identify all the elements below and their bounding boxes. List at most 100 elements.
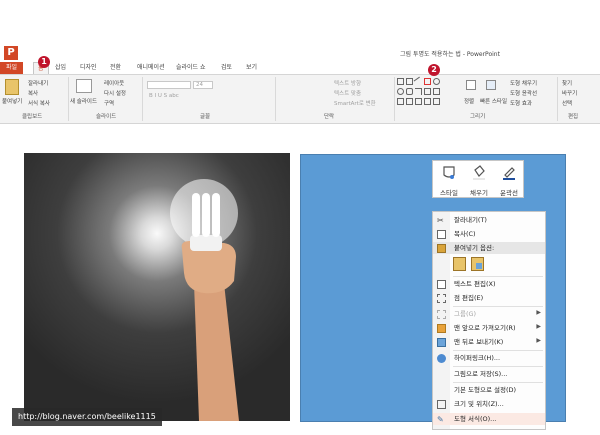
rounded-rect-icon[interactable] xyxy=(406,88,413,95)
align-text-button[interactable]: 텍스트 맞춤 xyxy=(334,89,361,97)
hyperlink-icon xyxy=(437,354,446,363)
lightbulb-photo[interactable] xyxy=(24,153,290,421)
reset-button[interactable]: 다시 설정 xyxy=(104,89,126,97)
menu-item-format-shape[interactable]: ✎ 도형 서식(O)... xyxy=(433,413,545,425)
menu-item-edit-points[interactable]: 점 편집(E) xyxy=(433,292,545,304)
minibar-style-button[interactable]: 스타일 xyxy=(434,161,464,199)
star-shape-icon[interactable] xyxy=(433,88,440,95)
format-painter-button[interactable]: 서식 복사 xyxy=(28,99,50,107)
menu-item-group-label: 그룹(G) xyxy=(454,310,477,318)
smartart-button[interactable]: SmartArt로 변환 xyxy=(334,99,376,107)
brace-shape-icon[interactable] xyxy=(406,98,413,105)
group-label-paragraph: 단락 xyxy=(324,114,335,120)
tab-slideshow[interactable]: 슬라이드 쇼 xyxy=(176,62,206,74)
quick-styles-button[interactable]: 빠른 스타일 xyxy=(480,97,507,105)
copy-button[interactable]: 복사 xyxy=(28,89,38,97)
replace-button[interactable]: 바꾸기 xyxy=(562,89,577,97)
menu-paste-options-label: 붙여넣기 옵션: xyxy=(454,244,495,252)
paste-picture-icon[interactable] xyxy=(471,257,484,271)
picture-glyph-icon xyxy=(476,263,482,269)
menu-separator xyxy=(453,366,543,367)
tab-review[interactable]: 검토 xyxy=(221,62,232,74)
menu-item-save-as-picture[interactable]: 그림으로 저장(S)... xyxy=(433,368,545,380)
curve-shape-icon[interactable] xyxy=(415,98,422,105)
textbox-shape-icon[interactable] xyxy=(406,78,413,85)
group-label-drawing: 그리기 xyxy=(470,114,486,120)
find-button[interactable]: 찾기 xyxy=(562,79,572,87)
new-slide-button[interactable]: 새 슬라이드 xyxy=(70,97,97,105)
shape-effects-button[interactable]: 도형 효과 xyxy=(510,99,532,107)
send-to-back-icon xyxy=(437,338,446,347)
tab-design[interactable]: 디자인 xyxy=(80,62,97,74)
select-button[interactable]: 선택 xyxy=(562,99,572,107)
size-position-icon xyxy=(437,400,446,409)
menu-item-set-default-shape-label: 기본 도형으로 설정(D) xyxy=(454,386,517,394)
shape-outline-button[interactable]: 도형 윤곽선 xyxy=(510,89,537,97)
outline-pen-icon xyxy=(503,167,515,180)
group-label-font: 글꼴 xyxy=(200,114,211,120)
font-name-combo[interactable] xyxy=(147,81,191,89)
arrow-shape-icon[interactable] xyxy=(424,88,431,95)
font-style-buttons[interactable]: B I U S abc xyxy=(149,93,179,99)
freeform-shape-icon[interactable] xyxy=(424,98,431,105)
menu-item-hyperlink[interactable]: 하이퍼링크(H)... xyxy=(433,352,545,364)
menu-item-size-position[interactable]: 크기 및 위치(Z)... xyxy=(433,398,545,410)
oval-shape-icon[interactable] xyxy=(433,78,440,85)
section-button[interactable]: 구역 xyxy=(104,99,114,107)
ribbon-separator xyxy=(394,77,395,121)
shape-gallery[interactable] xyxy=(397,76,461,108)
circle-shape-icon[interactable] xyxy=(397,88,404,95)
tab-animations[interactable]: 애니메이션 xyxy=(137,62,165,74)
paste-button[interactable]: 붙여넣기 xyxy=(2,97,22,105)
line-shape-icon[interactable] xyxy=(413,76,424,87)
tab-transitions[interactable]: 전환 xyxy=(110,62,121,74)
menu-item-send-to-back[interactable]: 맨 뒤로 보내기(K) ▶ xyxy=(433,336,545,348)
ribbon-separator xyxy=(275,77,276,121)
menu-item-copy-label: 복사(C) xyxy=(454,230,476,238)
paste-use-theme-icon[interactable] xyxy=(453,257,466,271)
font-size-combo[interactable]: 24 xyxy=(193,81,213,89)
scissors-icon: ✂ xyxy=(437,216,444,225)
menu-item-group[interactable]: 그룹(G) ▶ xyxy=(433,308,545,320)
minibar-outline-button[interactable]: 윤곽선 xyxy=(494,161,524,199)
minibar-fill-button[interactable]: 채우기 xyxy=(464,161,494,199)
menu-item-bring-to-front[interactable]: 맨 앞으로 가져오기(R) ▶ xyxy=(433,322,545,334)
quick-styles-icon xyxy=(486,80,496,90)
tab-view[interactable]: 보기 xyxy=(246,62,257,74)
menu-separator xyxy=(453,382,543,383)
menu-separator xyxy=(453,350,543,351)
minibar-fill-label: 채우기 xyxy=(470,189,488,197)
powerpoint-logo-icon: P xyxy=(4,46,18,60)
more-shapes-icon[interactable] xyxy=(433,98,440,105)
menu-paste-options-header: 붙여넣기 옵션: xyxy=(433,242,545,254)
new-slide-icon xyxy=(76,79,92,93)
rectangle-shape-icon[interactable] xyxy=(397,78,404,85)
menu-separator xyxy=(453,306,543,307)
ribbon-separator xyxy=(68,77,69,121)
rectangle-selected-icon[interactable] xyxy=(424,78,431,85)
callout-shape-icon[interactable] xyxy=(397,98,404,105)
mini-toolbar: 스타일 채우기 윤곽선 xyxy=(432,160,524,198)
font-size-value: 24 xyxy=(196,82,203,88)
paste-icon xyxy=(5,79,19,95)
layout-button[interactable]: 레이아웃 xyxy=(104,79,124,87)
tab-insert[interactable]: 삽입 xyxy=(55,62,66,74)
submenu-arrow-icon: ▶ xyxy=(536,323,541,330)
group-icon xyxy=(437,310,446,319)
triangle-shape-icon[interactable] xyxy=(415,88,422,95)
menu-item-cut[interactable]: ✂ 잘라내기(T) xyxy=(433,214,545,226)
menu-item-set-default-shape[interactable]: 기본 도형으로 설정(D) xyxy=(433,384,545,396)
menu-item-edit-text[interactable]: 텍스트 편집(X) xyxy=(433,278,545,290)
cut-button[interactable]: 잘라내기 xyxy=(28,79,48,87)
blog-watermark: http://blog.naver.com/beelike1115 xyxy=(12,408,162,426)
text-direction-button[interactable]: 텍스트 방향 xyxy=(334,79,361,87)
menu-item-copy[interactable]: 복사(C) xyxy=(433,228,545,240)
context-menu: ✂ 잘라내기(T) 복사(C) 붙여넣기 옵션: 텍스트 편집(X) 점 편집(… xyxy=(432,211,546,430)
ribbon-tabs: 파일 홈 삽입 디자인 전환 애니메이션 슬라이드 쇼 검토 보기 xyxy=(0,62,600,74)
menu-item-send-to-back-label: 맨 뒤로 보내기(K) xyxy=(454,338,504,346)
minibar-style-label: 스타일 xyxy=(440,189,458,197)
shape-fill-button[interactable]: 도형 채우기 xyxy=(510,79,537,87)
group-label-clipboard: 클립보드 xyxy=(22,114,43,120)
arrange-button[interactable]: 정렬 xyxy=(464,97,474,105)
tab-file[interactable]: 파일 xyxy=(0,62,24,74)
